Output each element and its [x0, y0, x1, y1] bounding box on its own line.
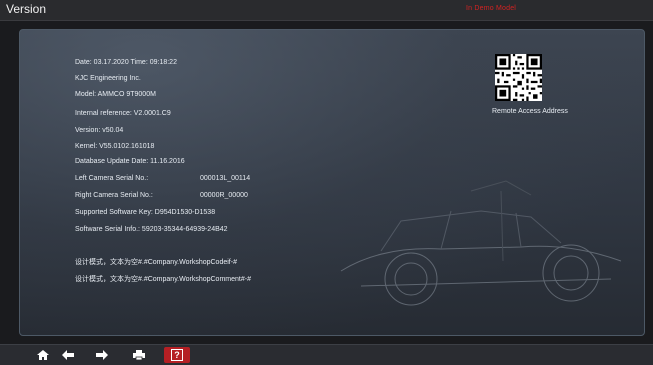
right-camera-serial: 00000R_00000 [200, 192, 248, 199]
software-serial-info-text: Software Serial Info.: 59203-35344-64939… [75, 226, 228, 233]
workshop-code-text: 设计模式，文本为空#.#Company.WorkshopCodeif-# [75, 259, 237, 266]
back-button[interactable] [57, 347, 79, 363]
model-text: Model: AMMCO 9T9000M [75, 91, 156, 98]
demo-mode-indicator: In Demo Model [466, 5, 517, 12]
company-text: KJC Engineering Inc. [75, 75, 141, 82]
version-info-panel: Date: 03.17.2020 Time: 09:18:22 KJC Engi… [19, 29, 645, 336]
left-camera-label: Left Camera Serial No.: [75, 175, 149, 182]
help-button[interactable]: ? [164, 347, 190, 363]
svg-text:?: ? [174, 350, 180, 360]
bottom-toolbar: ? [0, 344, 653, 365]
version-text: Version: v50.04 [75, 127, 124, 134]
qr-code-icon [495, 54, 542, 101]
left-camera-serial: 000013L_00114 [200, 175, 251, 182]
arrow-right-icon [96, 350, 108, 360]
remote-access-qr-code [495, 54, 542, 101]
date-time-text: Date: 03.17.2020 Time: 09:18:22 [75, 59, 177, 66]
kernel-text: Kernel: V55.0102.161018 [75, 143, 155, 150]
wheel-aligner-background-art [340, 180, 622, 306]
window-title: Version [6, 2, 47, 16]
workshop-comment-text: 设计模式，文本为空#.#Company.WorkshopComment#-# [75, 276, 251, 283]
title-bar: Version In Demo Model [0, 0, 653, 21]
print-button[interactable] [128, 347, 150, 363]
right-camera-label: Right Camera Serial No.: [75, 192, 153, 199]
printer-icon [133, 350, 145, 361]
internal-reference-text: Internal reference: V2.0001.C9 [75, 110, 171, 117]
arrow-left-icon [62, 350, 74, 360]
remote-access-label: Remote Access Address [492, 108, 568, 115]
home-icon [37, 350, 49, 360]
database-update-text: Database Update Date: 11.16.2016 [75, 158, 185, 165]
forward-button[interactable] [91, 347, 113, 363]
help-icon: ? [171, 349, 183, 361]
supported-software-key-text: Supported Software Key: D954D1530-D1538 [75, 209, 216, 216]
home-button[interactable] [32, 347, 54, 363]
